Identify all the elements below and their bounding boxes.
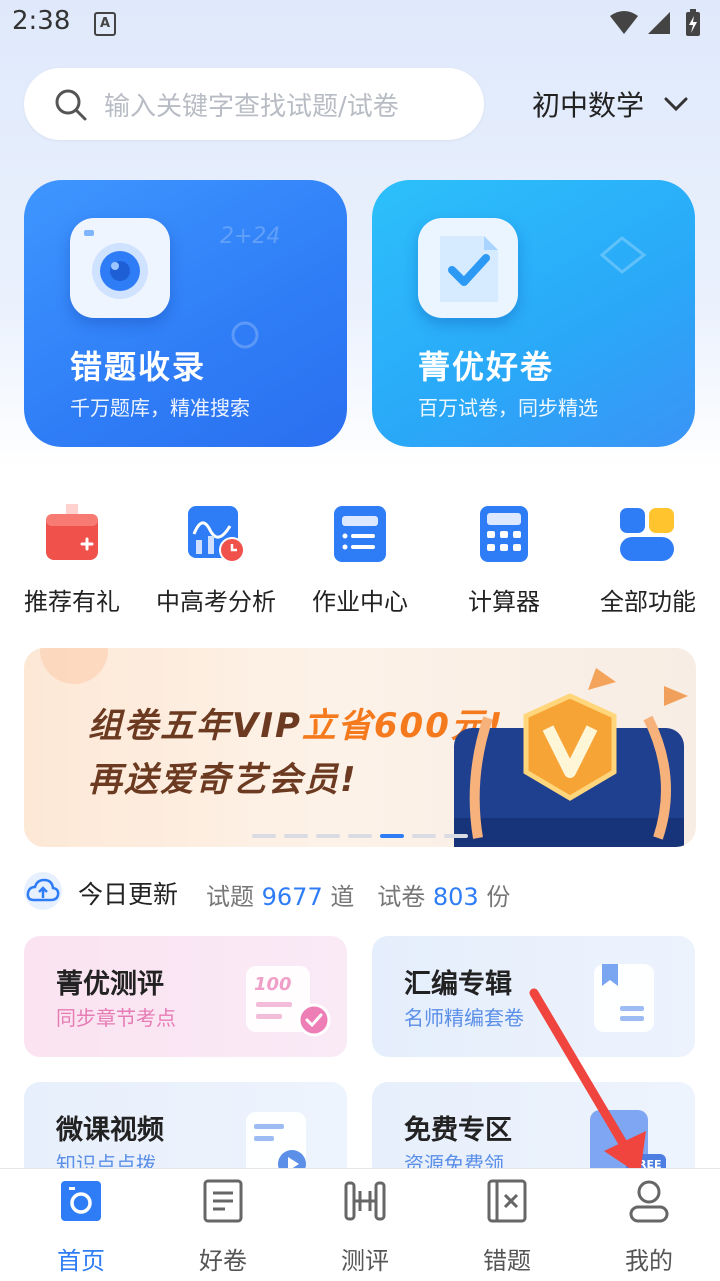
quick-action-recommend-gift[interactable]: 推荐有礼: [12, 500, 132, 617]
hero-card-wrong-questions[interactable]: 2+24 错题收录 千万题库，精准搜索: [24, 180, 347, 447]
feature-title: 免费专区: [404, 1115, 512, 1146]
vip-badge-icon: [454, 668, 688, 847]
pagination-dot-active: [380, 834, 404, 838]
banner-subline: 再送爱奇艺会员!: [88, 760, 358, 800]
tab-wrong-questions[interactable]: 错题: [435, 1179, 579, 1276]
pagination-dot: [252, 834, 276, 838]
calculator-icon: [474, 504, 534, 564]
chevron-down-icon[interactable]: [664, 96, 688, 116]
paper-icon: [201, 1179, 245, 1223]
quick-action-label: 推荐有礼: [24, 588, 120, 616]
feature-title: 汇编专辑: [404, 969, 512, 1000]
tab-papers[interactable]: 好卷: [151, 1179, 295, 1276]
hero-title: 菁优好卷: [418, 348, 555, 386]
dumbbell-icon: [343, 1179, 387, 1223]
feature-subtitle: 同步章节考点: [56, 1006, 176, 1030]
signal-icon: [648, 12, 670, 34]
tab-profile[interactable]: 我的: [577, 1179, 720, 1276]
tab-home[interactable]: 首页: [9, 1179, 153, 1276]
keyboard-notification-icon: A: [94, 12, 116, 36]
hero-title: 错题收录: [70, 348, 207, 386]
quick-action-exam-analysis[interactable]: 中高考分析: [156, 500, 276, 617]
search-placeholder: 输入关键字查找试题/试卷: [104, 92, 399, 122]
homework-list-icon: [330, 504, 390, 564]
profile-icon: [627, 1179, 671, 1223]
quick-action-homework-center[interactable]: 作业中心: [300, 500, 420, 617]
pagination-dot: [444, 834, 468, 838]
feature-title: 微课视频: [56, 1115, 164, 1146]
svg-text:100: 100: [254, 974, 292, 995]
quick-action-calculator[interactable]: 计算器: [444, 500, 564, 617]
today-update-stats: 试题 9677 道 试卷 803 份: [206, 883, 511, 911]
tab-label: 我的: [625, 1247, 673, 1275]
hero-subtitle: 千万题库，精准搜索: [70, 396, 250, 420]
promo-banner[interactable]: 组卷五年VIP立省600元! 再送爱奇艺会员!: [24, 648, 696, 847]
search-bar[interactable]: 输入关键字查找试题/试卷: [24, 68, 484, 140]
camera-icon: [70, 218, 170, 318]
feature-subtitle: 名师精编套卷: [404, 1006, 524, 1030]
status-time: 2:38: [12, 6, 71, 36]
pagination-dot: [412, 834, 436, 838]
search-icon: [54, 88, 88, 126]
pagination-dot: [284, 834, 308, 838]
gift-icon: [42, 504, 102, 564]
quick-action-label: 全部功能: [600, 588, 696, 616]
today-update-title: 今日更新: [78, 880, 179, 909]
quick-action-label: 计算器: [468, 588, 540, 616]
annotation-arrow: [529, 988, 646, 1175]
analysis-chart-icon: [186, 504, 246, 564]
tab-label: 错题: [483, 1247, 531, 1275]
score-paper-icon: 100: [246, 966, 331, 1037]
home-camera-icon: [59, 1179, 103, 1223]
hero-card-quality-papers[interactable]: 菁优好卷 百万试卷，同步精选: [372, 180, 695, 447]
feature-card-assessment[interactable]: 菁优测评 同步章节考点 100: [24, 936, 347, 1057]
quick-action-all-functions[interactable]: 全部功能: [588, 500, 708, 617]
wrong-question-icon: [485, 1179, 529, 1223]
bottom-tab-bar: 首页 好卷 测评 错题 我的: [0, 1168, 720, 1281]
tab-label: 测评: [341, 1247, 389, 1275]
subject-selector[interactable]: 初中数学: [532, 84, 644, 124]
pagination-dot: [316, 834, 340, 838]
tab-assessment[interactable]: 测评: [293, 1179, 437, 1276]
wifi-icon: [610, 11, 638, 34]
pagination-dot: [348, 834, 372, 838]
quick-action-label: 中高考分析: [156, 588, 276, 616]
all-functions-icon: [618, 504, 678, 564]
feature-card-micro-videos[interactable]: 微课视频 知识点点拨: [24, 1082, 347, 1182]
tab-label: 首页: [57, 1247, 105, 1275]
feature-title: 菁优测评: [56, 969, 164, 1000]
banner-headline: 组卷五年VIP立省600元!: [88, 706, 505, 746]
cloud-upload-icon: [24, 872, 62, 910]
checked-paper-icon: [418, 218, 518, 318]
status-icons: [608, 8, 708, 38]
tab-label: 好卷: [199, 1247, 247, 1275]
hero-subtitle: 百万试卷，同步精选: [418, 396, 598, 420]
battery-icon: [686, 9, 700, 36]
quick-action-label: 作业中心: [312, 588, 408, 616]
